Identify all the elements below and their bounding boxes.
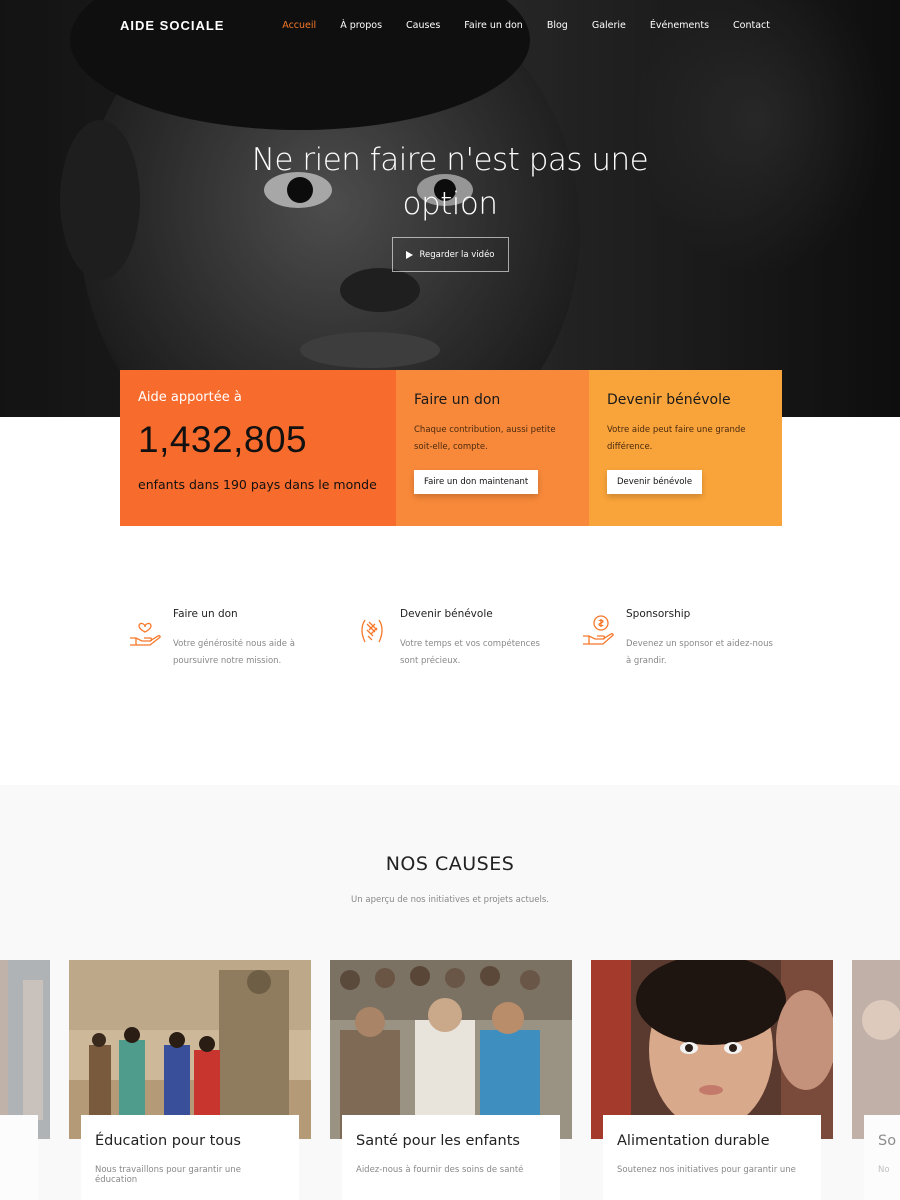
heart-hand-icon (130, 622, 161, 646)
nav-item-accueil[interactable]: Accueil (282, 20, 316, 31)
hero-section: AIDE SOCIALE Accueil À propos Causes Fai… (0, 0, 900, 417)
feature-text-line2: poursuivre notre mission. (173, 656, 282, 666)
nav-item-causes[interactable]: Causes (406, 20, 440, 31)
feature-title: Devenir bénévole (400, 608, 493, 620)
cause-title: Alimentation durable (617, 1133, 770, 1149)
causes-title: NOS CAUSES (385, 853, 515, 875)
feature-text-line2: à grandir. (626, 656, 667, 666)
feature-text: Devenez un sponsor et aidez-nous à grand… (626, 636, 786, 670)
site-logo[interactable]: AIDE SOCIALE (120, 18, 224, 33)
donate-now-button[interactable]: Faire un don maintenant (414, 470, 539, 494)
hero-title-line1: Ne rien faire n'est pas une (251, 142, 649, 178)
feature-text-line2: sont précieux. (400, 656, 461, 666)
feature-text: Votre temps et vos compétences sont préc… (400, 636, 560, 670)
causes-section: NOS CAUSES Un aperçu de nos initiatives … (0, 785, 900, 1200)
cause-title: So (878, 1133, 897, 1149)
volunteer-box-text-line2: différence. (607, 442, 653, 452)
volunteer-box-text-line1: Votre aide peut faire une grande (607, 425, 746, 435)
cause-photo (69, 960, 311, 1139)
nav-item-faire-un-don[interactable]: Faire un don (464, 20, 523, 31)
impact-box: Aide apportée à 1,432,805 enfants dans 1… (120, 370, 396, 526)
feature-title: Faire un don (173, 608, 238, 620)
volunteer-box: Devenir bénévole Votre aide peut faire u… (589, 370, 782, 526)
feature-text-line1: Votre générosité nous aide à (173, 639, 295, 649)
feature-text: Votre générosité nous aide à poursuivre … (173, 636, 333, 670)
cause-panel: Santé pour les enfants Aidez-nous à four… (342, 1115, 560, 1200)
hero-title-line2: option (402, 186, 498, 222)
top-navigation: AIDE SOCIALE Accueil À propos Causes Fai… (0, 0, 900, 54)
volunteer-box-text: Votre aide peut faire une grande différe… (607, 422, 764, 456)
cause-panel: Éducation pour tous Nous travaillons pou… (81, 1115, 299, 1200)
cause-text: Nous travaillons pour garantir une éduca… (95, 1165, 241, 1185)
feature-text-line1: Devenez un sponsor et aidez-nous (626, 639, 773, 649)
hero-title: Ne rien faire n'est pas une option (250, 138, 650, 226)
nav-item-contact[interactable]: Contact (733, 20, 770, 31)
cause-card-education[interactable]: Éducation pour tous Nous travaillons pou… (69, 960, 311, 1200)
cause-text: Aidez-nous à fournir des soins de santé (356, 1165, 524, 1175)
cause-photo (852, 960, 900, 1139)
volunteer-box-title: Devenir bénévole (607, 392, 731, 408)
donate-box: Faire un don Chaque contribution, aussi … (396, 370, 589, 526)
impact-label: Aide apportée à (138, 390, 242, 405)
cause-photo (330, 960, 572, 1139)
cause-panel (0, 1115, 38, 1200)
cause-photo (591, 960, 833, 1139)
feature-title: Sponsorship (626, 608, 691, 620)
cause-card-food[interactable]: Alimentation durable Soutenez nos initia… (591, 960, 833, 1200)
features-section: Faire un don Votre générosité nous aide … (120, 608, 782, 688)
cause-photo (0, 960, 50, 1139)
donate-box-title: Faire un don (414, 392, 501, 408)
feature-text-line1: Votre temps et vos compétences (400, 639, 540, 649)
cause-title: Éducation pour tous (95, 1133, 241, 1149)
watch-video-button[interactable]: Regarder la vidéo (392, 237, 509, 272)
play-icon (406, 250, 414, 259)
cause-panel: Alimentation durable Soutenez nos initia… (603, 1115, 821, 1200)
nav-item-evenements[interactable]: Événements (650, 20, 709, 31)
become-volunteer-button[interactable]: Devenir bénévole (607, 470, 703, 494)
cause-text: No (878, 1165, 890, 1175)
cause-card-health[interactable]: Santé pour les enfants Aidez-nous à four… (330, 960, 572, 1200)
cause-card-partial-left[interactable] (0, 960, 50, 1200)
main-menu: Accueil À propos Causes Faire un don Blo… (282, 20, 770, 31)
cause-card-partial-right[interactable]: So No (852, 960, 900, 1200)
cause-panel: So No (864, 1115, 900, 1200)
cause-title: Santé pour les enfants (356, 1133, 520, 1149)
cause-text: Soutenez nos initiatives pour garantir u… (617, 1165, 796, 1175)
donate-box-text-line1: Chaque contribution, aussi petite (414, 425, 556, 435)
impact-number: 1,432,805 (138, 419, 308, 460)
nav-item-a-propos[interactable]: À propos (340, 20, 382, 31)
donate-box-text-line2: soit-elle, compte. (414, 442, 488, 452)
impact-subtitle: enfants dans 190 pays dans le monde (138, 477, 377, 492)
hands-icon (361, 619, 383, 643)
watch-video-label: Regarder la vidéo (419, 249, 495, 260)
nav-item-blog[interactable]: Blog (547, 20, 568, 31)
stats-bar: Aide apportée à 1,432,805 enfants dans 1… (120, 370, 782, 526)
nav-item-galerie[interactable]: Galerie (592, 20, 626, 31)
donate-box-text: Chaque contribution, aussi petite soit-e… (414, 422, 571, 456)
coin-hand-icon (583, 615, 614, 645)
causes-subtitle: Un aperçu de nos initiatives et projets … (351, 895, 549, 905)
